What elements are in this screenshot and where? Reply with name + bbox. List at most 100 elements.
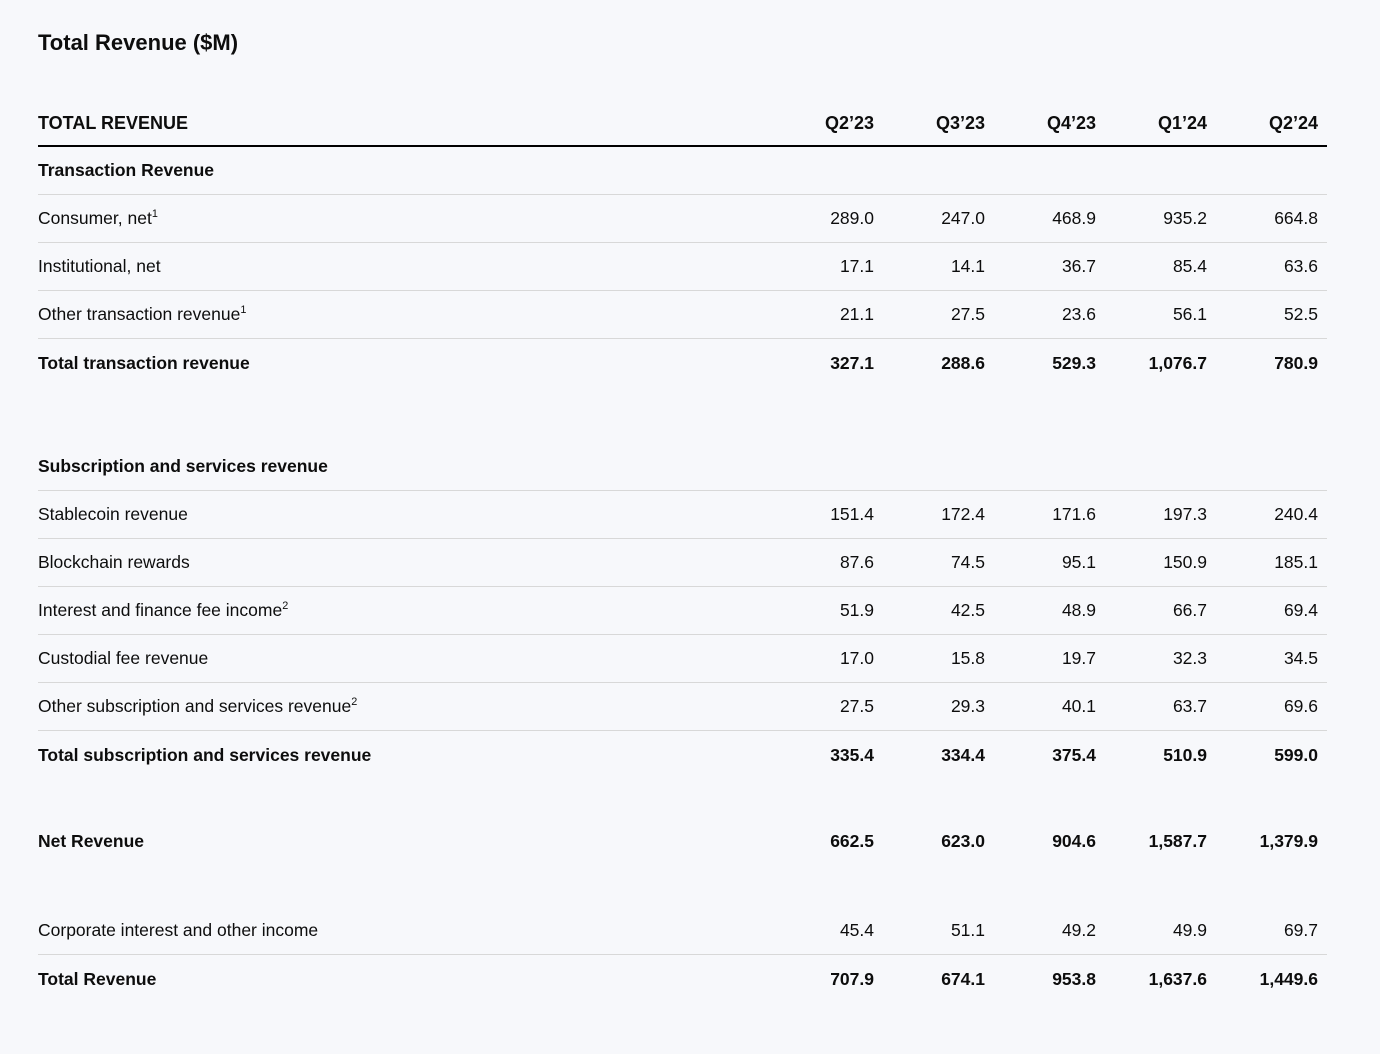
row-label-text: Consumer, net — [38, 208, 152, 228]
table-row: Blockchain rewards 87.674.595.1150.9185.1 — [38, 539, 1327, 587]
row-value: 1,076.7 — [1096, 353, 1207, 374]
table-row: Interest and finance fee income251.942.5… — [38, 587, 1327, 635]
row-label-text: Custodial fee revenue — [38, 648, 208, 668]
row-value: 63.7 — [1096, 696, 1207, 717]
column-header-q1-24: Q1’24 — [1096, 113, 1207, 134]
row-label: Institutional, net — [38, 256, 763, 277]
row-label: Total Revenue — [38, 969, 763, 990]
revenue-report-page: Total Revenue ($M) TOTAL REVENUE Q2’23 Q… — [0, 0, 1380, 1003]
row-label: Subscription and services revenue — [38, 456, 763, 477]
row-value: 529.3 — [985, 353, 1096, 374]
row-value: 953.8 — [985, 969, 1096, 990]
row-value: 335.4 — [763, 745, 874, 766]
row-value: 48.9 — [985, 600, 1096, 621]
row-value: 15.8 — [874, 648, 985, 669]
row-value: 21.1 — [763, 304, 874, 325]
row-value: 1,637.6 — [1096, 969, 1207, 990]
table-row: Institutional, net17.114.136.785.463.6 — [38, 243, 1327, 291]
row-label-text: Interest and finance fee income — [38, 600, 282, 620]
row-value: 289.0 — [763, 208, 874, 229]
table-row: Custodial fee revenue17.015.819.732.334.… — [38, 635, 1327, 683]
row-value: 171.6 — [985, 504, 1096, 525]
row-value: 935.2 — [1096, 208, 1207, 229]
row-label: Consumer, net1 — [38, 208, 763, 229]
row-label: Other transaction revenue1 — [38, 304, 763, 325]
row-value: 49.9 — [1096, 920, 1207, 941]
row-value: 904.6 — [985, 831, 1096, 852]
row-value: 707.9 — [763, 969, 874, 990]
row-value: 45.4 — [763, 920, 874, 941]
column-header-q3-23: Q3’23 — [874, 113, 985, 134]
row-value: 468.9 — [985, 208, 1096, 229]
row-label-text: Total Revenue — [38, 969, 156, 989]
table-header-label: TOTAL REVENUE — [38, 113, 763, 134]
row-value: 150.9 — [1096, 552, 1207, 573]
net-revenue-row: Net Revenue662.5623.0904.61,587.71,379.9 — [38, 817, 1327, 865]
row-value: 510.9 — [1096, 745, 1207, 766]
page-title: Total Revenue ($M) — [38, 30, 1327, 56]
row-value: 51.1 — [874, 920, 985, 941]
row-value: 247.0 — [874, 208, 985, 229]
row-value: 674.1 — [874, 969, 985, 990]
column-header-q4-23: Q4’23 — [985, 113, 1096, 134]
row-value: 151.4 — [763, 504, 874, 525]
row-label: Corporate interest and other income — [38, 920, 763, 941]
row-label: Other subscription and services revenue2 — [38, 696, 763, 717]
row-value: 185.1 — [1207, 552, 1318, 573]
row-label-text: Transaction Revenue — [38, 160, 214, 180]
row-value: 197.3 — [1096, 504, 1207, 525]
grand-total-row: Total Revenue 707.9674.1953.81,637.61,449… — [38, 955, 1327, 1003]
row-value: 240.4 — [1207, 504, 1318, 525]
row-label-text: Total subscription and services revenue — [38, 745, 371, 765]
row-label: Net Revenue — [38, 831, 763, 852]
row-value: 172.4 — [874, 504, 985, 525]
section-heading-row: Subscription and services revenue — [38, 443, 1327, 491]
row-value: 87.6 — [763, 552, 874, 573]
row-value: 19.7 — [985, 648, 1096, 669]
footnote-marker: 2 — [282, 600, 288, 612]
table-row: Other transaction revenue121.127.523.656… — [38, 291, 1327, 339]
row-label-text: Other subscription and services revenue — [38, 696, 351, 716]
row-value: 49.2 — [985, 920, 1096, 941]
row-value: 1,449.6 — [1207, 969, 1318, 990]
row-value: 56.1 — [1096, 304, 1207, 325]
row-label-text: Blockchain rewards — [38, 552, 190, 572]
row-value: 14.1 — [874, 256, 985, 277]
footnote-marker: 2 — [351, 696, 357, 708]
row-value: 36.7 — [985, 256, 1096, 277]
row-value: 95.1 — [985, 552, 1096, 573]
row-label: Blockchain rewards — [38, 552, 763, 573]
row-value: 42.5 — [874, 600, 985, 621]
row-label: Total transaction revenue — [38, 353, 763, 374]
row-value: 17.0 — [763, 648, 874, 669]
row-label: Total subscription and services revenue — [38, 745, 763, 766]
row-value: 17.1 — [763, 256, 874, 277]
row-value: 69.7 — [1207, 920, 1318, 941]
row-value: 27.5 — [874, 304, 985, 325]
row-label-text: Institutional, net — [38, 256, 161, 276]
row-label: Transaction Revenue — [38, 160, 763, 181]
total-revenue-block: Corporate interest and other income45.45… — [38, 907, 1327, 1003]
table-header-row: TOTAL REVENUE Q2’23 Q3’23 Q4’23 Q1’24 Q2… — [38, 108, 1327, 147]
row-label-text: Stablecoin revenue — [38, 504, 188, 524]
table-section: Subscription and services revenue Stablec… — [38, 443, 1327, 779]
row-value: 66.7 — [1096, 600, 1207, 621]
row-value: 29.3 — [874, 696, 985, 717]
row-value: 27.5 — [763, 696, 874, 717]
section-total-row: Total subscription and services revenue 3… — [38, 731, 1327, 779]
table-row: Corporate interest and other income45.45… — [38, 907, 1327, 955]
row-label: Interest and finance fee income2 — [38, 600, 763, 621]
footnote-marker: 1 — [152, 208, 158, 220]
row-value: 32.3 — [1096, 648, 1207, 669]
row-value: 664.8 — [1207, 208, 1318, 229]
section-heading-row: Transaction Revenue — [38, 147, 1327, 195]
row-value: 1,587.7 — [1096, 831, 1207, 852]
row-value: 23.6 — [985, 304, 1096, 325]
row-label-text: Total transaction revenue — [38, 353, 250, 373]
section-total-row: Total transaction revenue327.1288.6529.3… — [38, 339, 1327, 387]
row-label-text: Net Revenue — [38, 831, 144, 851]
row-value: 74.5 — [874, 552, 985, 573]
column-header-q2-23: Q2’23 — [763, 113, 874, 134]
row-value: 1,379.9 — [1207, 831, 1318, 852]
row-value: 69.4 — [1207, 600, 1318, 621]
